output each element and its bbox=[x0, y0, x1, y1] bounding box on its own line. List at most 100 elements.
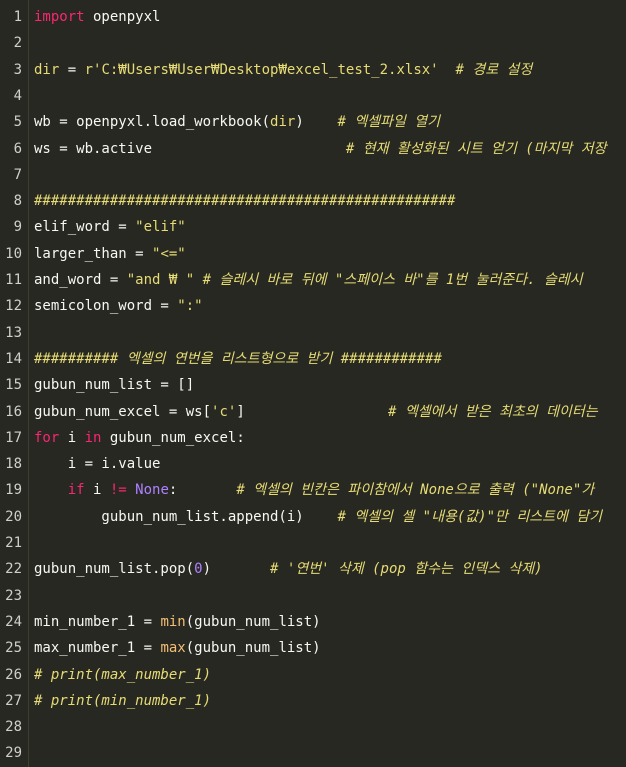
code-line[interactable]: 10 larger_than = "<=" bbox=[0, 241, 626, 267]
code-token: # 엑셀의 빈칸은 파이참에서 None으로 출력 ("None"가 bbox=[236, 482, 595, 499]
line-number: 17 bbox=[5, 429, 22, 446]
code-line[interactable]: 8 #######################################… bbox=[0, 188, 626, 214]
code-token: "elif" bbox=[135, 219, 186, 236]
code-token: dir bbox=[270, 114, 296, 131]
code-token: gubun_num_list.append(i) bbox=[34, 508, 338, 525]
code-token: # 경로 설정 bbox=[438, 61, 533, 78]
code-token: # 엑셀에서 받은 최초의 데이터는 bbox=[388, 403, 598, 420]
code-token: wb = openpyxl.load_workbook( bbox=[34, 114, 271, 131]
code-token: "and ₩ " bbox=[126, 272, 195, 288]
code-line[interactable]: 3 dir = r'C:₩Users₩User₩Desktop₩excel_tes… bbox=[0, 57, 626, 83]
code-token: max_number_1 = bbox=[34, 640, 161, 657]
code-line[interactable]: 26 # print(max_number_1) bbox=[0, 662, 626, 688]
line-code: semicolon_word = ":" bbox=[34, 293, 203, 319]
code-token: = bbox=[59, 61, 85, 78]
code-editor[interactable]: 1 import openpyxl 2 3 dir = r'C:₩Users₩User₩… bbox=[0, 0, 626, 767]
code-line[interactable]: 6 ws = wb.active # 현재 활성화된 시트 얻기 (마지막 저장 bbox=[0, 136, 626, 162]
code-token: gubun_num_list = [] bbox=[34, 377, 195, 394]
line-number: 18 bbox=[5, 456, 22, 473]
code-token: import bbox=[34, 9, 85, 25]
line-code: elif_word = "elif" bbox=[34, 214, 186, 240]
line-number: 13 bbox=[5, 324, 22, 341]
code-line[interactable]: 22 gubun_num_list.pop(0) # '연번' 삭제 (pop 함… bbox=[0, 556, 626, 582]
code-token: (gubun_num_list) bbox=[185, 613, 321, 630]
line-number: 20 bbox=[5, 508, 22, 525]
line-code: min_number_1 = min(gubun_num_list) bbox=[34, 609, 321, 635]
code-token: "<=" bbox=[152, 245, 186, 262]
code-line[interactable]: 29 bbox=[0, 740, 626, 766]
code-line[interactable]: 24 min_number_1 = min(gubun_num_list) bbox=[0, 609, 626, 635]
code-token: if bbox=[67, 482, 85, 499]
line-number: 5 bbox=[13, 114, 22, 131]
code-token: r'C:₩Users₩User₩Desktop₩excel_test_2.xls… bbox=[84, 61, 439, 78]
code-line[interactable]: 11 and_word = "and ₩ " # 슬레시 바로 뒤에 "스페이스 … bbox=[0, 267, 626, 293]
line-number: 15 bbox=[5, 377, 22, 394]
code-line[interactable]: 13 bbox=[0, 320, 626, 346]
line-number: 27 bbox=[5, 692, 22, 709]
line-number: 22 bbox=[5, 561, 22, 578]
line-number: 3 bbox=[13, 61, 22, 78]
code-line[interactable]: 21 bbox=[0, 530, 626, 556]
code-token: 'c' bbox=[211, 403, 237, 420]
code-line[interactable]: 2 bbox=[0, 30, 626, 56]
line-code: ws = wb.active # 현재 활성화된 시트 얻기 (마지막 저장 bbox=[34, 136, 607, 162]
code-token: : bbox=[168, 482, 237, 499]
code-token: and_word = bbox=[34, 272, 127, 288]
line-number: 1 bbox=[13, 9, 22, 25]
code-token: ########## 엑셀의 연번을 리스트형으로 받기 ###########… bbox=[34, 350, 442, 367]
code-line[interactable]: 7 bbox=[0, 162, 626, 188]
code-line[interactable]: 23 bbox=[0, 583, 626, 609]
line-code: larger_than = "<=" bbox=[34, 241, 186, 267]
code-line[interactable]: 28 bbox=[0, 714, 626, 740]
code-token: gubun_num_excel = ws[ bbox=[34, 403, 212, 420]
code-line[interactable]: 20 gubun_num_list.append(i) # 엑셀의 셀 "내용(… bbox=[0, 504, 626, 530]
code-token: # 엑셀의 셀 "내용(값)"만 리스트에 담기 bbox=[337, 508, 603, 525]
code-line[interactable]: 27 # print(min_number_1) bbox=[0, 688, 626, 714]
line-number: 4 bbox=[13, 87, 22, 104]
code-line[interactable]: 1 import openpyxl bbox=[0, 4, 626, 30]
line-number: 8 bbox=[13, 193, 22, 210]
line-code: ########## 엑셀의 연번을 리스트형으로 받기 ###########… bbox=[34, 346, 442, 372]
code-token: # 엑셀파일 열기 bbox=[337, 114, 441, 131]
code-line[interactable]: 25 max_number_1 = max(gubun_num_list) bbox=[0, 635, 626, 661]
line-code: import openpyxl bbox=[34, 4, 160, 30]
code-line[interactable]: 9 elif_word = "elif" bbox=[0, 214, 626, 240]
code-line[interactable]: 4 bbox=[0, 83, 626, 109]
code-line[interactable]: 17 for i in gubun_num_excel: bbox=[0, 425, 626, 451]
line-number: 11 bbox=[5, 272, 22, 288]
line-code: # print(min_number_1) bbox=[34, 688, 211, 714]
code-line[interactable]: 12 semicolon_word = ":" bbox=[0, 293, 626, 319]
line-number: 7 bbox=[13, 166, 22, 183]
line-number: 10 bbox=[5, 245, 22, 262]
code-token: ws = wb.active bbox=[34, 140, 346, 157]
code-token: openpyxl bbox=[84, 9, 161, 25]
code-token: != bbox=[109, 482, 127, 499]
line-code: # print(max_number_1) bbox=[34, 662, 211, 688]
code-line[interactable]: 19 if i != None: # 엑셀의 빈칸은 파이참에서 None으로 … bbox=[0, 477, 626, 503]
line-number: 14 bbox=[5, 350, 22, 367]
code-token: i bbox=[59, 429, 85, 446]
line-code: wb = openpyxl.load_workbook(dir) # 엑셀파일 … bbox=[34, 109, 440, 135]
code-line[interactable]: 14 ########## 엑셀의 연번을 리스트형으로 받기 #########… bbox=[0, 346, 626, 372]
code-line[interactable]: 15 gubun_num_list = [] bbox=[0, 372, 626, 398]
code-token: (gubun_num_list) bbox=[185, 640, 321, 657]
code-token: i = i.value bbox=[34, 456, 161, 473]
line-number: 28 bbox=[5, 719, 22, 736]
line-number: 23 bbox=[5, 587, 22, 604]
code-line[interactable]: 5 wb = openpyxl.load_workbook(dir) # 엑셀파일… bbox=[0, 109, 626, 135]
line-code: ########################################… bbox=[34, 188, 455, 214]
code-token: in bbox=[84, 429, 102, 446]
line-number: 16 bbox=[5, 403, 22, 420]
code-token: # '연번' 삭제 (pop 함수는 인덱스 삭제) bbox=[270, 561, 543, 578]
line-number: 9 bbox=[13, 219, 22, 236]
code-token: elif_word = bbox=[34, 219, 136, 236]
code-token: max bbox=[160, 640, 186, 657]
line-number: 2 bbox=[13, 35, 22, 52]
line-number: 24 bbox=[5, 613, 22, 630]
code-token: ) bbox=[202, 561, 271, 578]
code-token: # print(max_number_1) bbox=[34, 666, 212, 683]
line-code: gubun_num_excel = ws['c'] # 엑셀에서 받은 최초의 … bbox=[34, 399, 598, 425]
code-line[interactable]: 18 i = i.value bbox=[0, 451, 626, 477]
code-line[interactable]: 16 gubun_num_excel = ws['c'] # 엑셀에서 받은 최초… bbox=[0, 399, 626, 425]
